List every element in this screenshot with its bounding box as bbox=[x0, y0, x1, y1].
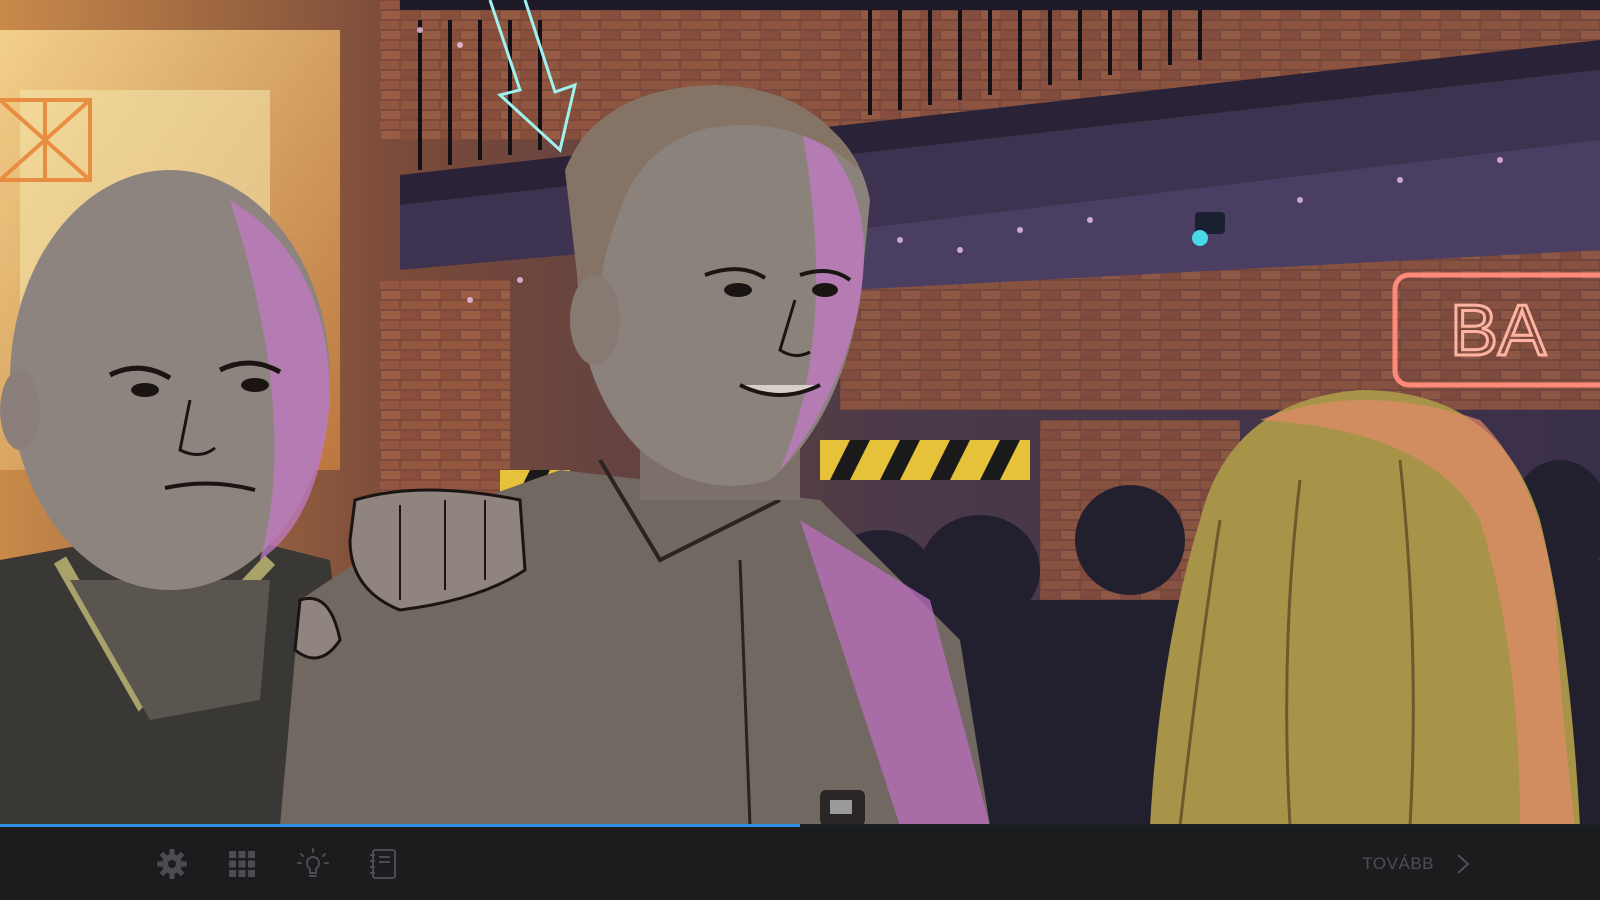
menu-grid-button[interactable] bbox=[222, 844, 262, 884]
bottom-toolbar: TOVÁBB bbox=[0, 827, 1600, 900]
notebook-button[interactable] bbox=[363, 844, 403, 884]
gear-icon bbox=[157, 849, 187, 879]
comic-scene: BA bbox=[0, 0, 1600, 826]
next-button[interactable]: TOVÁBB bbox=[1362, 847, 1470, 881]
chevron-right-icon bbox=[1456, 853, 1470, 875]
grid-icon bbox=[229, 851, 255, 877]
neon-sign-text: BA bbox=[1450, 291, 1546, 371]
next-label: TOVÁBB bbox=[1362, 854, 1434, 873]
lightbulb-icon bbox=[297, 848, 329, 877]
hint-button[interactable] bbox=[293, 844, 333, 884]
scene-illustration: BA bbox=[0, 0, 1600, 826]
settings-button[interactable] bbox=[152, 844, 192, 884]
notebook-icon bbox=[370, 849, 396, 879]
